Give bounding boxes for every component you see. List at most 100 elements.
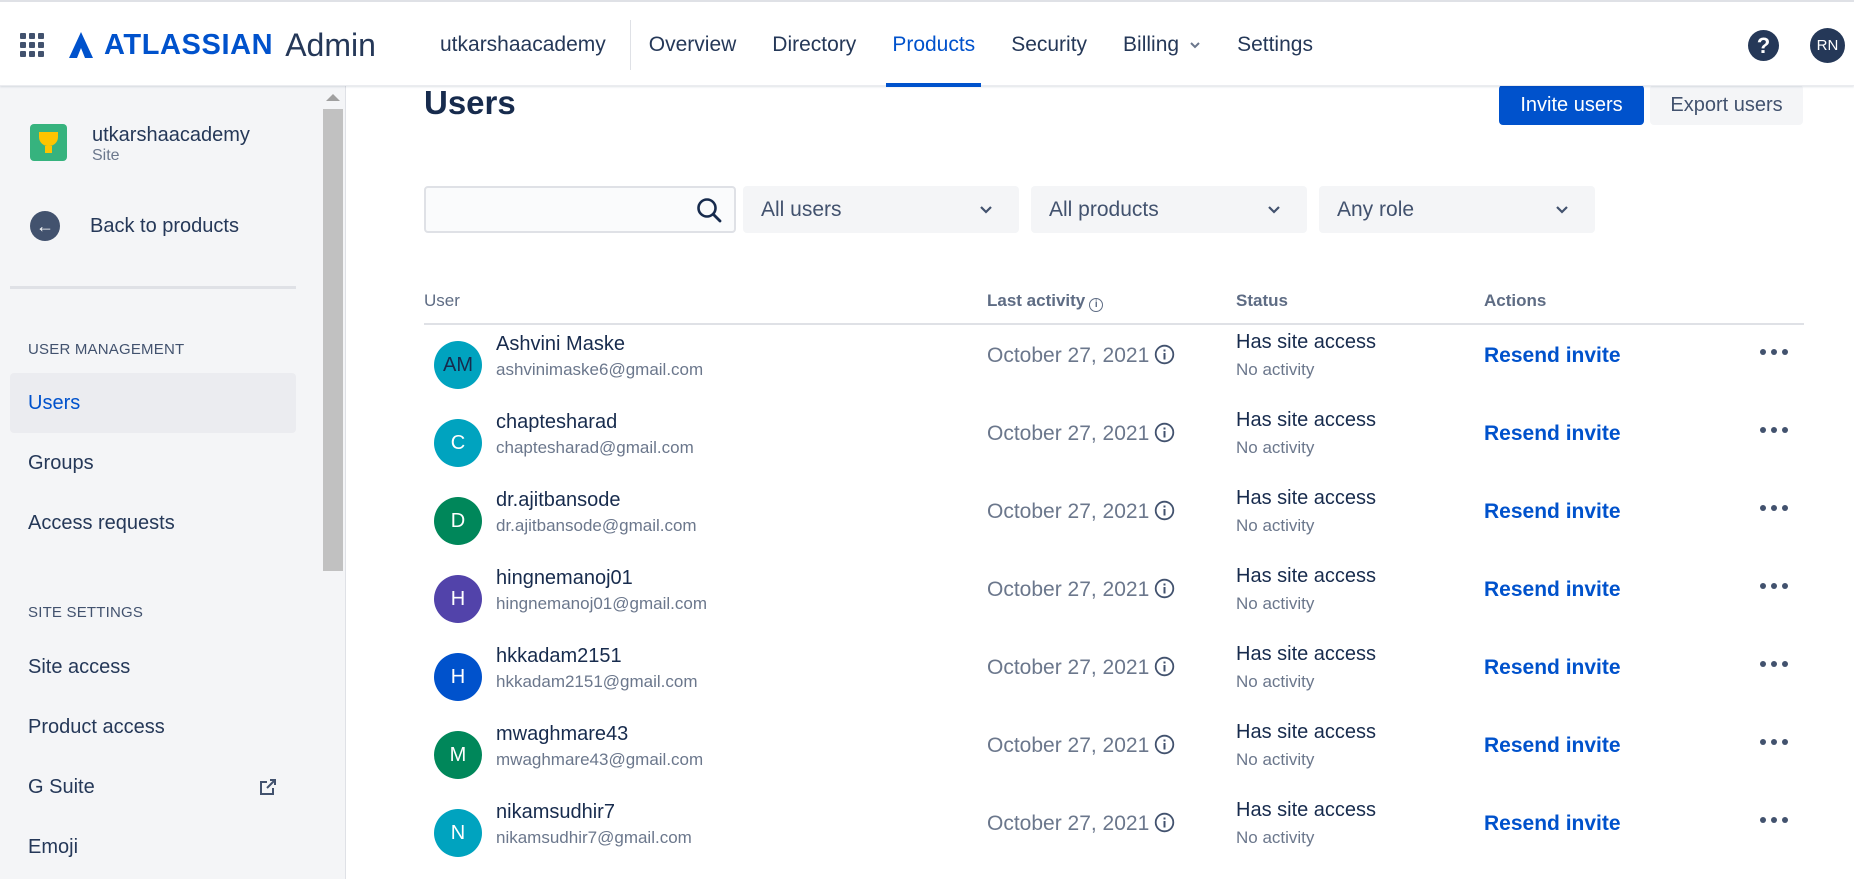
users-filter-dropdown[interactable]: All users xyxy=(743,186,1019,233)
nav-site-name[interactable]: utkarshaacademy xyxy=(424,20,631,70)
user-name-link[interactable]: dr.ajitbansode xyxy=(496,489,621,512)
status-detail: No activity xyxy=(1236,672,1315,691)
help-icon[interactable]: ? xyxy=(1748,30,1779,61)
sidebar-item-emoji[interactable]: Emoji xyxy=(10,817,296,877)
user-email: nikamsudhir7@gmail.com xyxy=(496,828,692,847)
user-name-link[interactable]: mwaghmare43 xyxy=(496,723,628,746)
user-name-link[interactable]: hkkadam2151 xyxy=(496,645,622,668)
scroll-up-arrow-icon[interactable] xyxy=(326,94,340,101)
info-icon[interactable]: i xyxy=(1089,298,1104,312)
resend-invite-link[interactable]: Resend invite xyxy=(1484,344,1621,368)
avatar[interactable]: N xyxy=(434,809,482,857)
site-type: Site xyxy=(92,147,120,164)
nav-billing[interactable]: Billing xyxy=(1105,3,1219,87)
last-activity-date: October 27, 2021 xyxy=(987,578,1150,601)
nav-products[interactable]: Products xyxy=(874,3,993,87)
search-input[interactable] xyxy=(426,188,686,231)
sidebar-item-site-access[interactable]: Site access xyxy=(10,637,296,697)
products-filter-dropdown[interactable]: All products xyxy=(1031,186,1307,233)
nav-directory[interactable]: Directory xyxy=(754,3,874,87)
last-activity-date: October 27, 2021 xyxy=(987,734,1150,757)
role-filter-value: Any role xyxy=(1337,198,1415,221)
info-icon[interactable] xyxy=(1154,734,1175,755)
sidebar-item-access-requests[interactable]: Access requests xyxy=(10,493,296,553)
user-search xyxy=(424,186,736,233)
more-actions-icon[interactable] xyxy=(1760,349,1790,359)
info-icon[interactable] xyxy=(1154,578,1175,599)
main-nav: utkarshaacademy Overview Directory Produ… xyxy=(424,2,1331,88)
resend-invite-link[interactable]: Resend invite xyxy=(1484,500,1621,524)
chevron-down-icon xyxy=(980,206,992,214)
table-row: Nnikamsudhir7 nikamsudhir7@gmail.com Octob… xyxy=(424,799,1804,887)
table-header-divider xyxy=(424,323,1804,325)
users-filter-value: All users xyxy=(761,198,842,221)
info-icon[interactable] xyxy=(1154,422,1175,443)
profile-avatar[interactable]: RN xyxy=(1810,28,1845,63)
column-header-last-activity-label: Last activity xyxy=(987,291,1086,310)
nav-billing-label: Billing xyxy=(1123,33,1180,56)
sidebar-item-groups[interactable]: Groups xyxy=(10,433,296,493)
status-detail: No activity xyxy=(1236,516,1315,535)
more-actions-icon[interactable] xyxy=(1760,739,1790,749)
more-actions-icon[interactable] xyxy=(1760,661,1790,671)
last-activity-date: October 27, 2021 xyxy=(987,344,1150,367)
sidebar: utkarshaacademy Site ← Back to products … xyxy=(0,86,346,879)
user-name-link[interactable]: Ashvini Maske xyxy=(496,333,625,356)
column-header-last-activity[interactable]: Last activity i xyxy=(987,291,1104,312)
table-row: Hhingnemanoj01 hingnemanoj01@gmail.com Oct… xyxy=(424,565,1804,653)
table-row: Cchaptesharad chaptesharad@gmail.com Octob… xyxy=(424,409,1804,497)
sidebar-item-g-suite[interactable]: G Suite xyxy=(10,757,296,817)
user-name-link[interactable]: hingnemanoj01 xyxy=(496,567,633,590)
sidebar-item-product-access[interactable]: Product access xyxy=(10,697,296,757)
section-heading-site-settings: SITE SETTINGS xyxy=(28,604,144,621)
user-email: hingnemanoj01@gmail.com xyxy=(496,594,707,613)
site-card: utkarshaacademy Site xyxy=(30,124,250,165)
avatar[interactable]: H xyxy=(434,575,482,623)
status-text: Has site access xyxy=(1236,409,1377,431)
column-header-actions: Actions xyxy=(1484,291,1547,310)
chevron-down-icon xyxy=(1556,206,1568,214)
avatar[interactable]: M xyxy=(434,731,482,779)
user-email: hkkadam2151@gmail.com xyxy=(496,672,698,691)
more-actions-icon[interactable] xyxy=(1760,817,1790,827)
table-row: Ddr.ajitbansode dr.ajitbansode@gmail.com O… xyxy=(424,487,1804,575)
nav-overview[interactable]: Overview xyxy=(631,3,755,87)
search-icon[interactable] xyxy=(696,197,722,223)
resend-invite-link[interactable]: Resend invite xyxy=(1484,656,1621,680)
user-name-link[interactable]: nikamsudhir7 xyxy=(496,801,615,824)
nav-directory-label: Directory xyxy=(772,33,857,56)
user-email: mwaghmare43@gmail.com xyxy=(496,750,704,769)
external-link-icon xyxy=(260,779,276,795)
sidebar-scroll-thumb[interactable] xyxy=(323,109,343,571)
role-filter-dropdown[interactable]: Any role xyxy=(1319,186,1595,233)
back-to-products-link[interactable]: ← Back to products xyxy=(30,211,239,241)
info-icon[interactable] xyxy=(1154,344,1175,365)
avatar[interactable]: H xyxy=(434,653,482,701)
sidebar-divider xyxy=(10,286,296,289)
user-name-link[interactable]: chaptesharad xyxy=(496,411,617,434)
avatar[interactable]: AM xyxy=(434,341,482,389)
avatar[interactable]: C xyxy=(434,419,482,467)
resend-invite-link[interactable]: Resend invite xyxy=(1484,812,1621,836)
invite-users-button[interactable]: Invite users xyxy=(1499,85,1644,125)
more-actions-icon[interactable] xyxy=(1760,583,1790,593)
column-header-user[interactable]: User xyxy=(424,291,460,311)
nav-security[interactable]: Security xyxy=(993,3,1105,87)
resend-invite-link[interactable]: Resend invite xyxy=(1484,734,1621,758)
info-icon[interactable] xyxy=(1154,500,1175,521)
info-icon[interactable] xyxy=(1154,812,1175,833)
nav-settings[interactable]: Settings xyxy=(1219,3,1331,87)
more-actions-icon[interactable] xyxy=(1760,427,1790,437)
nav-products-label: Products xyxy=(892,33,976,56)
table-row: Hhkkadam2151 hkkadam2151@gmail.com October… xyxy=(424,643,1804,731)
avatar[interactable]: D xyxy=(434,497,482,545)
resend-invite-link[interactable]: Resend invite xyxy=(1484,422,1621,446)
more-actions-icon[interactable] xyxy=(1760,505,1790,515)
app-switcher-icon[interactable] xyxy=(20,33,44,57)
brand-name: ATLASSIAN xyxy=(104,28,274,61)
resend-invite-link[interactable]: Resend invite xyxy=(1484,578,1621,602)
sidebar-item-users[interactable]: Users xyxy=(10,373,296,433)
atlassian-admin-logo[interactable]: ATLASSIAN Admin xyxy=(68,27,376,63)
info-icon[interactable] xyxy=(1154,656,1175,677)
export-users-button[interactable]: Export users xyxy=(1650,85,1803,125)
